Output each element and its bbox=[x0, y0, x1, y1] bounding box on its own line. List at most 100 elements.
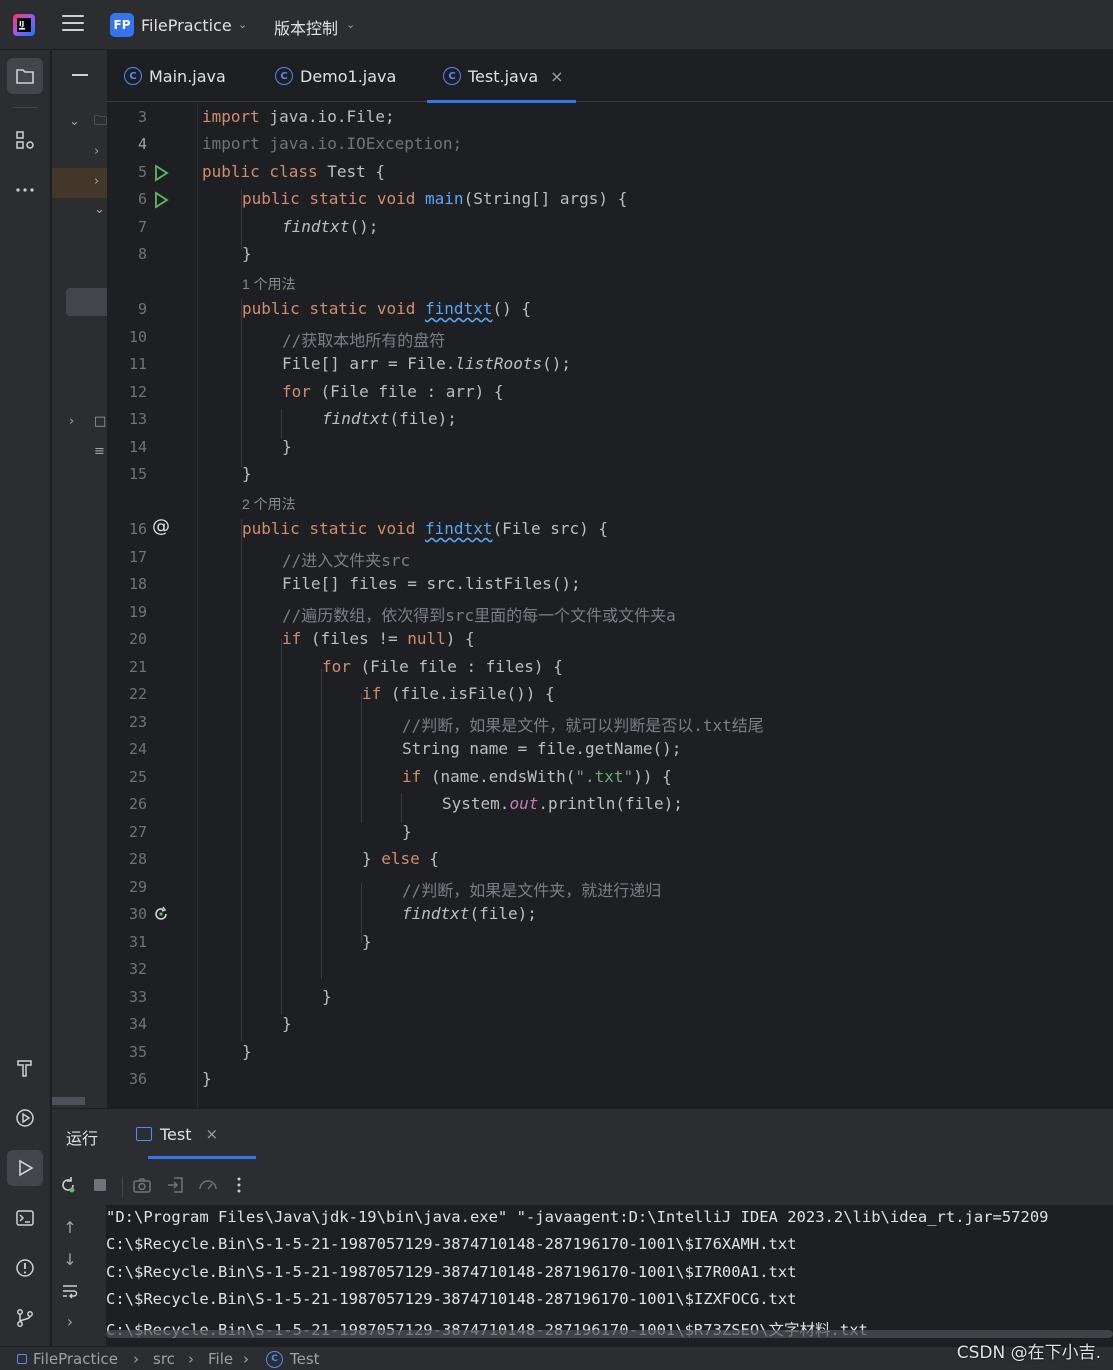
more-vertical-icon[interactable] bbox=[227, 1173, 251, 1197]
project-tool-button[interactable] bbox=[7, 58, 43, 94]
soft-wrap-icon[interactable] bbox=[58, 1279, 82, 1303]
line-number: 25 bbox=[128, 768, 147, 786]
usage-hint[interactable]: 2 个用法 bbox=[242, 494, 296, 514]
line-number: 22 bbox=[128, 685, 147, 703]
breadcrumb-separator-icon: › bbox=[243, 1350, 249, 1368]
tab-test-java[interactable]: C Test.java × bbox=[427, 50, 576, 103]
more-tools-button[interactable] bbox=[7, 172, 43, 208]
console-line: C:\$Recycle.Bin\S-1-5-21-1987057129-3874… bbox=[106, 1263, 797, 1281]
more-horizontal-icon bbox=[16, 188, 34, 192]
breadcrumb-separator-icon: › bbox=[188, 1350, 194, 1368]
services-tool-button[interactable] bbox=[7, 1100, 43, 1136]
project-panel-scrollbar[interactable] bbox=[52, 1097, 85, 1105]
import-icon[interactable] bbox=[163, 1173, 187, 1197]
line-number: 16 bbox=[128, 520, 147, 538]
project-panel: ⌄ 🗀 › › ⌄ › □ ≡ bbox=[52, 50, 107, 1108]
code-editor[interactable]: import java.io.File; import java.io.IOEx… bbox=[197, 103, 1113, 1108]
library-icon: □ bbox=[94, 414, 107, 429]
run-class-icon[interactable] bbox=[152, 164, 170, 182]
line-number: 6 bbox=[137, 190, 147, 208]
code-line-12: for (File file : arr) { bbox=[282, 382, 504, 401]
code-line-29: //判断，如果是文件夹，就进行递归 bbox=[402, 881, 662, 900]
tree-chevron-right-icon[interactable]: › bbox=[69, 414, 74, 429]
line-number: 3 bbox=[137, 108, 147, 126]
tree-chevron-right-icon[interactable]: › bbox=[94, 174, 99, 189]
line-number: 29 bbox=[128, 878, 147, 896]
structure-icon bbox=[16, 131, 34, 149]
run-main-icon[interactable] bbox=[152, 191, 170, 209]
line-number: 31 bbox=[128, 933, 147, 951]
code-line-27: } bbox=[402, 822, 412, 841]
rerun-icon[interactable] bbox=[56, 1173, 80, 1197]
tree-chevron-down-icon[interactable]: ⌄ bbox=[94, 202, 105, 217]
line-number: 11 bbox=[128, 355, 147, 373]
usage-hint[interactable]: 1 个用法 bbox=[242, 274, 296, 294]
code-line-25: if (name.endsWith(".txt")) { bbox=[402, 767, 672, 786]
line-number: 21 bbox=[128, 658, 147, 676]
tab-main-java[interactable]: C Main.java bbox=[124, 50, 226, 102]
vcs-chevron-down-icon[interactable]: ⌄ bbox=[346, 18, 355, 31]
override-marker-icon[interactable]: @ bbox=[152, 516, 170, 537]
code-line-31: } bbox=[362, 932, 372, 951]
breadcrumb-file[interactable]: File bbox=[208, 1350, 233, 1368]
line-number: 27 bbox=[128, 823, 147, 841]
line-number: 9 bbox=[137, 300, 147, 318]
line-number: 12 bbox=[128, 383, 147, 401]
camera-icon[interactable] bbox=[130, 1173, 154, 1197]
tree-item-highlight[interactable] bbox=[66, 288, 107, 316]
run-tool-button[interactable] bbox=[7, 1150, 43, 1186]
build-tool-button[interactable] bbox=[7, 1050, 43, 1086]
code-line-23: //判断，如果是文件，就可以判断是否以.txt结尾 bbox=[402, 716, 764, 735]
line-number: 7 bbox=[137, 218, 147, 236]
status-bar: FilePractice › src › File › C Test bbox=[0, 1346, 1113, 1370]
code-line-13: findtxt(file); bbox=[322, 409, 457, 428]
problems-tool-button[interactable] bbox=[7, 1250, 43, 1286]
run-window-title: 运行 bbox=[66, 1129, 99, 1148]
code-line-21: for (File file : files) { bbox=[322, 657, 563, 676]
terminal-tool-button[interactable] bbox=[7, 1200, 43, 1236]
breadcrumb-src[interactable]: src bbox=[153, 1350, 175, 1368]
code-line-9: public static void findtxt() { bbox=[242, 299, 531, 318]
vcs-menu[interactable]: 版本控制 bbox=[274, 15, 338, 39]
terminal-icon bbox=[16, 1210, 34, 1226]
stop-icon[interactable] bbox=[88, 1173, 112, 1197]
toolbar-divider bbox=[122, 1177, 123, 1197]
project-chevron-down-icon[interactable]: ⌄ bbox=[238, 18, 247, 31]
module-icon bbox=[17, 1354, 27, 1364]
close-tab-icon[interactable]: × bbox=[550, 67, 563, 86]
breadcrumb-test[interactable]: Test bbox=[290, 1350, 320, 1368]
console-output[interactable]: "D:\Program Files\Java\jdk-19\bin\java.e… bbox=[106, 1205, 1113, 1347]
close-run-tab-icon[interactable]: × bbox=[206, 1125, 219, 1143]
class-icon: C bbox=[124, 67, 142, 85]
minimize-panel-icon[interactable] bbox=[72, 74, 88, 76]
main-menu-icon[interactable] bbox=[62, 15, 84, 35]
console-horizontal-scrollbar[interactable] bbox=[106, 1330, 1113, 1338]
chevron-right-icon[interactable]: › bbox=[58, 1309, 82, 1333]
run-tab-test[interactable]: Test × bbox=[136, 1109, 256, 1159]
tab-demo1-java[interactable]: C Demo1.java bbox=[275, 50, 396, 102]
class-icon: C bbox=[266, 1351, 283, 1368]
tree-chevron-down-icon[interactable]: ⌄ bbox=[69, 114, 80, 129]
code-line-34: } bbox=[282, 1014, 292, 1033]
tool-window-strip bbox=[0, 50, 51, 1346]
tab-label: Test.java bbox=[468, 66, 539, 86]
recursive-call-icon[interactable] bbox=[152, 905, 170, 923]
console-side-toolbar: ↑ ↓ › bbox=[52, 1203, 92, 1347]
structure-tool-button[interactable] bbox=[7, 122, 43, 158]
arrow-down-icon[interactable]: ↓ bbox=[58, 1247, 82, 1271]
line-number: 18 bbox=[128, 575, 147, 593]
profiler-icon[interactable] bbox=[196, 1173, 220, 1197]
project-name[interactable]: FilePractice bbox=[141, 16, 232, 35]
project-badge[interactable]: FP bbox=[110, 13, 134, 37]
intellij-logo-icon[interactable]: IJ bbox=[12, 13, 36, 37]
code-line-19: //遍历数组，依次得到src里面的每一个文件或文件夹a bbox=[282, 606, 676, 625]
problems-icon bbox=[16, 1259, 34, 1277]
code-line-6: public static void main(String[] args) { bbox=[242, 189, 628, 208]
tree-chevron-right-icon[interactable]: › bbox=[94, 144, 99, 159]
run-toolbar bbox=[52, 1167, 1113, 1203]
line-number: 28 bbox=[128, 850, 147, 868]
breadcrumb-project[interactable]: FilePractice bbox=[33, 1350, 118, 1368]
git-tool-button[interactable] bbox=[7, 1300, 43, 1336]
line-number: 20 bbox=[128, 630, 147, 648]
arrow-up-icon[interactable]: ↑ bbox=[58, 1215, 82, 1239]
